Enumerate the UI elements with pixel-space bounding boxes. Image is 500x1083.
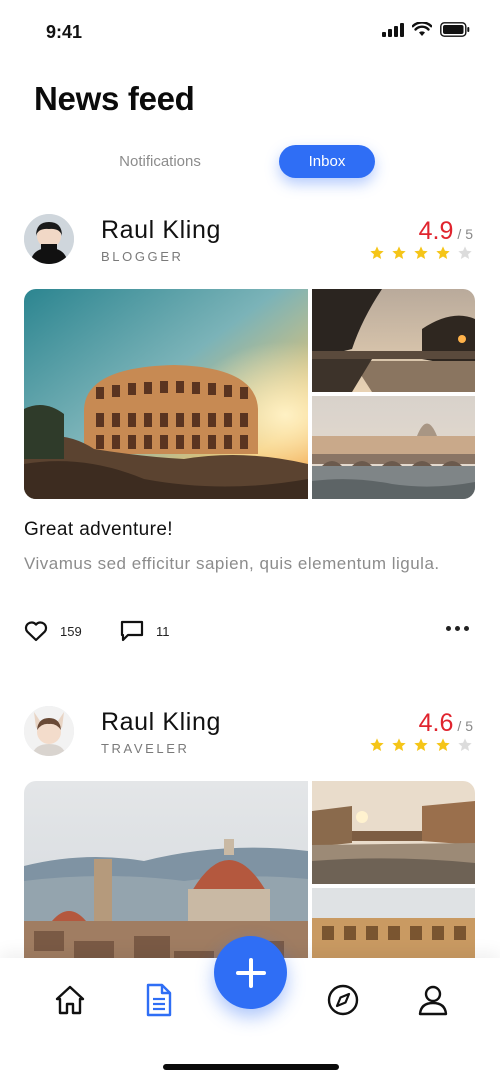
heart-icon: [24, 621, 48, 642]
star-icon: [370, 246, 384, 259]
rating: 4.6/ 5: [419, 709, 473, 738]
photo-colosseum[interactable]: [24, 289, 308, 499]
star-icon: [370, 738, 384, 751]
star-icon: [414, 738, 428, 751]
home-icon: [55, 985, 85, 1015]
add-post-button[interactable]: [214, 936, 287, 1009]
nav-explore[interactable]: [323, 980, 363, 1020]
author-name[interactable]: Raul Kling: [101, 216, 221, 245]
photo-ponte-vecchio-river[interactable]: [312, 781, 475, 884]
star-rating: [369, 737, 473, 753]
photo-river-sunset[interactable]: [312, 289, 475, 392]
more-options-icon[interactable]: [446, 626, 469, 631]
post-title: Great adventure!: [24, 519, 173, 540]
status-icons: [382, 22, 470, 37]
rating-value: 4.9: [418, 217, 454, 245]
star-icon: [436, 246, 450, 259]
nav-feed[interactable]: [139, 980, 179, 1020]
author-name[interactable]: Raul Kling: [101, 708, 221, 737]
star-icon: [414, 246, 428, 259]
tab-bar: Notifications Inbox: [0, 145, 500, 179]
rating-value: 4.6: [418, 709, 454, 737]
photo-vatican-bridge[interactable]: [312, 396, 475, 499]
star-icon: [392, 246, 406, 259]
cellular-signal-icon: [382, 22, 404, 37]
star-rating: [369, 245, 473, 261]
rating: 4.9/ 5: [419, 217, 473, 246]
tab-inbox[interactable]: Inbox: [279, 145, 375, 178]
user-icon: [418, 985, 448, 1016]
tab-notifications[interactable]: Notifications: [100, 145, 220, 178]
comment-count: 11: [156, 623, 170, 639]
nav-home[interactable]: [50, 980, 90, 1020]
like-count: 159: [60, 623, 82, 639]
comment-icon: [120, 620, 144, 642]
wifi-icon: [412, 22, 432, 36]
post-body: Vivamus sed efficitur sapien, quis eleme…: [24, 554, 440, 573]
comment-button[interactable]: 11: [120, 620, 170, 642]
star-icon: [392, 738, 406, 751]
star-empty-icon: [458, 246, 472, 259]
nav-profile[interactable]: [413, 980, 453, 1020]
rating-max: / 5: [457, 226, 473, 242]
like-button[interactable]: 159: [24, 620, 82, 642]
star-empty-icon: [458, 738, 472, 751]
plus-icon: [235, 957, 266, 988]
post-actions: 159 11: [24, 620, 475, 648]
star-icon: [436, 738, 450, 751]
document-icon: [146, 983, 172, 1017]
battery-icon: [440, 22, 470, 37]
photo-gallery: [24, 289, 475, 499]
status-bar: 9:41: [0, 0, 500, 60]
page-title: News feed: [34, 80, 195, 117]
author-role: BLOGGER: [101, 249, 184, 264]
author-role: TRAVELER: [101, 741, 190, 756]
compass-icon: [327, 984, 359, 1016]
rating-max: / 5: [457, 718, 473, 734]
home-indicator[interactable]: [163, 1064, 339, 1070]
avatar[interactable]: [24, 214, 74, 264]
status-time: 9:41: [46, 22, 83, 42]
avatar[interactable]: [24, 706, 74, 756]
